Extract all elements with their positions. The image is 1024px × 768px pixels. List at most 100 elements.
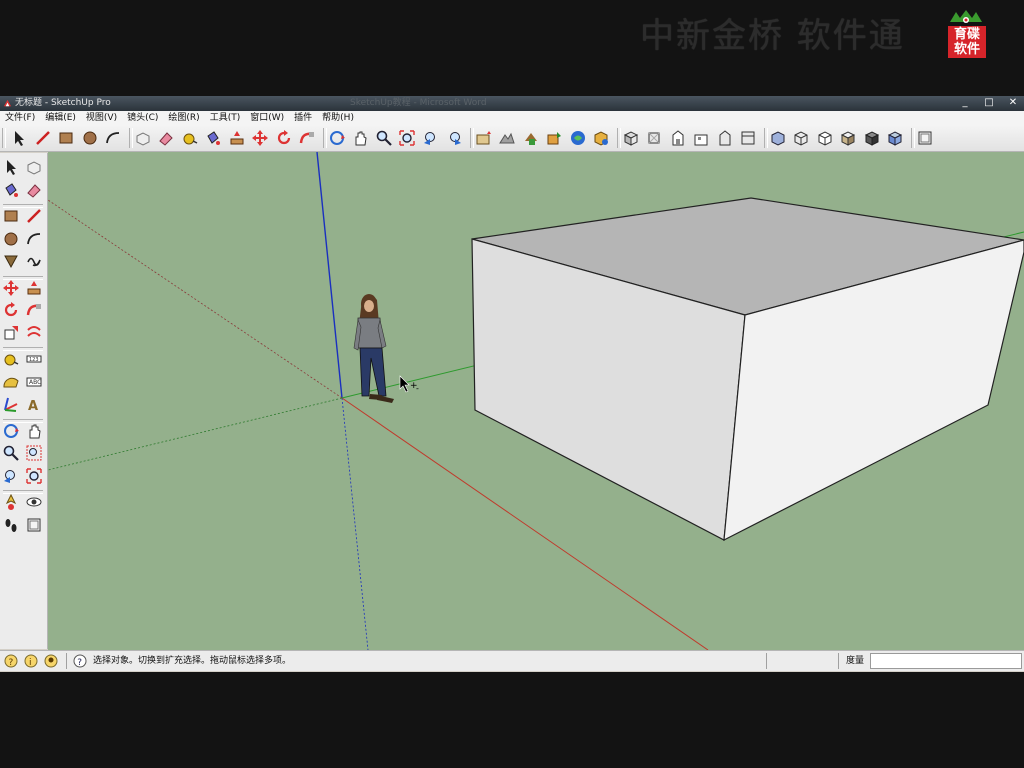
menu-window[interactable]: 窗口(W)	[245, 111, 289, 125]
red-axis-negative	[48, 199, 343, 399]
previous-view-icon[interactable]	[422, 129, 440, 147]
circle-icon[interactable]	[2, 230, 20, 248]
scale-icon[interactable]	[2, 324, 20, 342]
status-bar: ? i ? 选择对象。切换到扩充选择。拖动鼠标选择多项。 度量	[0, 650, 1024, 671]
logo-line-1: 育碟	[953, 27, 980, 42]
back-view-icon[interactable]	[716, 129, 734, 147]
protractor-icon[interactable]	[2, 373, 20, 391]
follow-me-icon[interactable]	[298, 129, 316, 147]
rotate-icon[interactable]	[275, 129, 293, 147]
look-around-icon[interactable]	[25, 493, 43, 511]
section-plane-icon[interactable]	[25, 516, 43, 534]
orbit-icon[interactable]	[328, 129, 346, 147]
svg-text:ABC: ABC	[29, 379, 41, 386]
sketchup-window: 无标题 - SketchUp Pro SketchUp教程 - Microsof…	[0, 96, 1024, 672]
add-location-icon[interactable]	[475, 129, 493, 147]
zoom-extents-icon[interactable]	[398, 129, 416, 147]
minimize-button[interactable]: _	[958, 96, 972, 111]
zoom-icon[interactable]	[2, 444, 20, 462]
tape-measure-icon[interactable]	[2, 350, 20, 368]
share-component-icon[interactable]	[569, 129, 587, 147]
position-camera-icon[interactable]	[2, 493, 20, 511]
arc-icon[interactable]	[104, 129, 122, 147]
shaded-textures-icon[interactable]	[863, 129, 881, 147]
follow-me-icon[interactable]	[25, 301, 43, 319]
offset-icon[interactable]	[25, 324, 43, 342]
menu-help[interactable]: 帮助(H)	[317, 111, 359, 125]
get-models-icon[interactable]	[522, 129, 540, 147]
menu-draw[interactable]: 绘图(R)	[163, 111, 204, 125]
arc-icon[interactable]	[25, 230, 43, 248]
previous-view-icon[interactable]	[2, 467, 20, 485]
move-icon[interactable]	[2, 279, 20, 297]
pan-icon[interactable]	[25, 422, 43, 440]
eraser-icon[interactable]	[25, 181, 43, 199]
walk-icon[interactable]	[2, 516, 20, 534]
line-icon[interactable]	[25, 207, 43, 225]
right-view-icon[interactable]	[692, 129, 710, 147]
rectangle-icon[interactable]	[2, 207, 20, 225]
tape-measure-icon[interactable]	[181, 129, 199, 147]
wireframe-icon[interactable]	[792, 129, 810, 147]
toggle-terrain-icon[interactable]	[498, 129, 516, 147]
user-icon[interactable]	[44, 654, 58, 668]
mouse-cursor-icon: + -	[399, 375, 419, 393]
measurements-label: 度量	[846, 656, 865, 666]
geo-location-icon[interactable]: ?	[4, 654, 18, 668]
section-plane-icon[interactable]	[916, 129, 934, 147]
shaded-icon[interactable]	[839, 129, 857, 147]
blue-axis	[316, 152, 343, 399]
menu-tools[interactable]: 工具(T)	[205, 111, 246, 125]
help-icon[interactable]: ?	[73, 654, 87, 668]
zoom-window-icon[interactable]	[25, 444, 43, 462]
monochrome-icon[interactable]	[886, 129, 904, 147]
xray-icon[interactable]	[769, 129, 787, 147]
push-pull-icon[interactable]	[228, 129, 246, 147]
axes-icon[interactable]	[2, 395, 20, 413]
pan-icon[interactable]	[351, 129, 369, 147]
text-icon[interactable]: ABC	[25, 373, 43, 391]
orbit-icon[interactable]	[2, 422, 20, 440]
eraser-icon[interactable]	[157, 129, 175, 147]
dynamic-components-icon[interactable]	[592, 129, 610, 147]
zoom-icon[interactable]	[375, 129, 393, 147]
front-view-icon[interactable]	[669, 129, 687, 147]
make-component-icon[interactable]	[134, 129, 152, 147]
rotate-icon[interactable]	[2, 301, 20, 319]
move-icon[interactable]	[251, 129, 269, 147]
circle-icon[interactable]	[81, 129, 99, 147]
select-icon[interactable]	[10, 129, 28, 147]
polygon-icon[interactable]	[2, 252, 20, 270]
menu-file[interactable]: 文件(F)	[0, 111, 40, 125]
push-pull-icon[interactable]	[25, 279, 43, 297]
select-icon[interactable]	[2, 158, 20, 176]
iso-view-icon[interactable]	[622, 129, 640, 147]
3d-text-icon[interactable]: A	[25, 395, 43, 414]
hidden-line-icon[interactable]	[816, 129, 834, 147]
paint-bucket-icon[interactable]	[2, 181, 20, 199]
close-button[interactable]: ✕	[1006, 96, 1020, 111]
dimension-icon[interactable]: 123	[25, 350, 43, 368]
paint-bucket-icon[interactable]	[204, 129, 222, 147]
brand-watermark: 中新金桥 软件通	[640, 16, 905, 56]
zoom-extents-icon[interactable]	[25, 467, 43, 485]
next-view-icon[interactable]	[445, 129, 463, 147]
line-icon[interactable]	[34, 129, 52, 147]
box-model[interactable]	[471, 197, 1024, 542]
menu-view[interactable]: 视图(V)	[81, 111, 122, 125]
rectangle-icon[interactable]	[57, 129, 75, 147]
menu-camera[interactable]: 镜头(C)	[122, 111, 163, 125]
share-model-icon[interactable]	[545, 129, 563, 147]
measurements-input[interactable]	[870, 653, 1022, 669]
maximize-button[interactable]: □	[982, 96, 996, 111]
left-view-icon[interactable]	[739, 129, 757, 147]
freehand-icon[interactable]	[25, 252, 43, 270]
menu-edit[interactable]: 编辑(E)	[40, 111, 81, 125]
top-view-icon[interactable]	[645, 129, 663, 147]
make-component-icon[interactable]	[25, 158, 43, 176]
credits-icon[interactable]: i	[24, 654, 38, 668]
scene-canvas[interactable]: + -	[48, 152, 1024, 650]
menu-plugins[interactable]: 插件	[289, 111, 317, 125]
drawing-area[interactable]: + -	[48, 152, 1024, 650]
brand-logo: 育碟 软件	[946, 10, 988, 58]
